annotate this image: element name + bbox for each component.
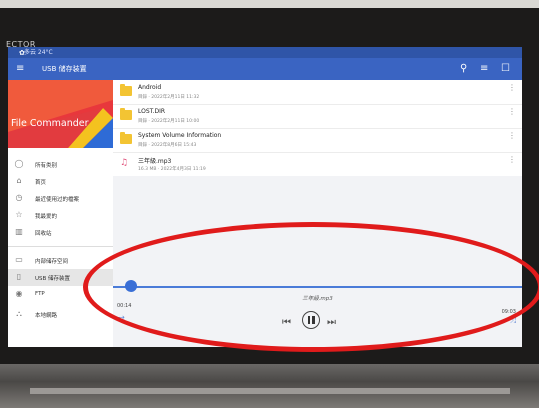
menu-icon[interactable]: ≡ — [16, 64, 24, 74]
sort-icon[interactable]: ≡ — [480, 64, 488, 74]
folder-icon — [120, 84, 132, 96]
status-bar: ✿ 多云 24°C — [8, 47, 522, 58]
storage-icon: ▭ — [15, 255, 23, 264]
star-icon: ☆ — [15, 210, 23, 219]
more-options-icon[interactable]: ⋮ — [508, 131, 516, 140]
ftp-icon: ◉ — [15, 289, 23, 298]
sidebar-item-home[interactable]: ⌂ 首页 — [8, 173, 113, 190]
shelf-strip — [30, 388, 510, 394]
category-icon: ◯ — [14, 159, 24, 168]
sidebar-item-categories[interactable]: ◯ 所有类别 — [8, 156, 113, 173]
folder-icon — [120, 108, 132, 120]
sidebar-item-trash[interactable]: ▥ 回收站 — [8, 224, 113, 241]
page-title: USB 储存装置 — [42, 65, 87, 73]
sidebar-item-recent[interactable]: ◷ 最近使用过的檔案 — [8, 190, 113, 207]
banner-graphic — [8, 80, 113, 148]
search-icon[interactable]: ⚲ — [460, 64, 467, 74]
audio-file-icon: ♫ — [120, 158, 129, 168]
gear-icon[interactable]: ✿ — [19, 48, 25, 58]
more-options-icon[interactable]: ⋮ — [508, 107, 516, 116]
file-list: Android 目錄 · 2022年2月11日 11:32 ⋮ LOST.DIR… — [113, 80, 522, 177]
list-item[interactable]: ♫ 三年級.mp3 16.3 MB · 2022年4月3日 11:19 ⋮ — [113, 152, 522, 177]
network-icon: ⛬ — [16, 309, 22, 318]
more-options-icon[interactable]: ⋮ — [508, 155, 516, 164]
app-banner: File Commander — [8, 80, 113, 148]
usb-icon: ▯ — [16, 272, 22, 281]
divider — [8, 246, 113, 247]
app-bar: ≡ USB 储存装置 ⚲ ≡ ☐ — [8, 58, 522, 80]
trash-icon: ▥ — [15, 227, 23, 236]
app-title: File Commander — [11, 118, 89, 129]
folder-icon — [120, 132, 132, 144]
list-item[interactable]: Android 目錄 · 2022年2月11日 11:32 ⋮ — [113, 80, 522, 105]
annotation-circle — [83, 222, 539, 352]
home-icon: ⌂ — [16, 176, 22, 185]
list-item[interactable]: System Volume Information 目錄 · 2022年8月6日… — [113, 128, 522, 153]
more-options-icon[interactable]: ⋮ — [508, 83, 516, 92]
sidebar-item-favorites[interactable]: ☆ 我最爱的 — [8, 207, 113, 224]
recent-icon: ◷ — [15, 193, 23, 202]
select-icon[interactable]: ☐ — [501, 64, 510, 74]
weather-text: 多云 24°C — [24, 49, 53, 56]
list-item[interactable]: LOST.DIR 目錄 · 2022年2月11日 10:00 ⋮ — [113, 104, 522, 129]
shelf — [0, 364, 539, 408]
